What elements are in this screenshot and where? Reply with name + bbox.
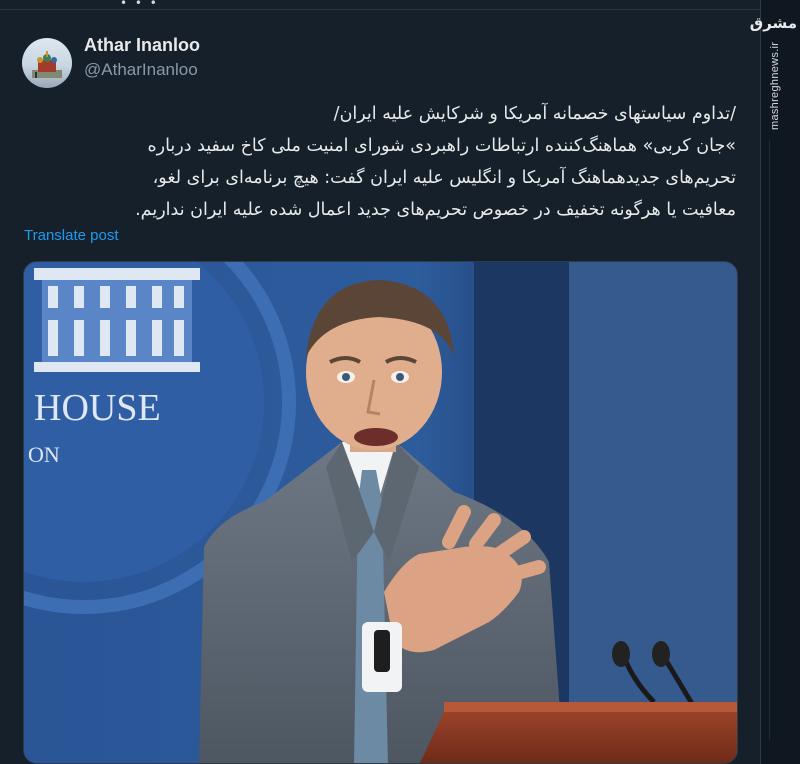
author-avatar[interactable] [22,38,72,88]
author-handle[interactable]: @AtharInanloo [84,60,198,80]
tweet-text-line: تحریم‌های جدیدهماهنگ آمریکا و انگلیس علی… [152,168,736,188]
watermark-panel: مشرق mashreghnews.ir [750,0,800,764]
tweet[interactable]: Athar Inanloo @AtharInanloo /تداوم سیاست… [0,10,760,764]
seal-text-top: HOUSE [34,387,161,429]
avatar-photo-icon [32,51,62,78]
divider [769,140,770,740]
watermark-site-text: mashreghnews.ir [769,41,781,130]
author-name[interactable]: Athar Inanloo [84,35,200,56]
translate-post-link[interactable]: Translate post [24,227,119,244]
partial-text: • • • [120,0,159,10]
seal-building [34,268,200,372]
seal-text-bottom: ON [28,442,60,467]
press-briefing-photo: HOUSE ON [24,262,737,763]
tweet-text-line: معافیت یا هرگونه تخفیف در خصوص تحریم‌های… [135,200,736,220]
previous-post-edge: • • • [0,0,760,10]
tweet-text: /تداوم سیاستهای خصمانه آمریکا و شرکایش ع… [20,98,736,226]
tweet-text-line: »جان کربی» هماهنگ‌کننده ارتباطات راهبردی… [147,136,736,156]
screenshot-frame: • • • Athar Inanloo @AtharInanloo /تداوم… [0,0,800,764]
tweet-media-photo[interactable]: HOUSE ON [23,261,738,764]
tweet-text-line: /تداوم سیاستهای خصمانه آمریکا و شرکایش ع… [333,104,736,124]
